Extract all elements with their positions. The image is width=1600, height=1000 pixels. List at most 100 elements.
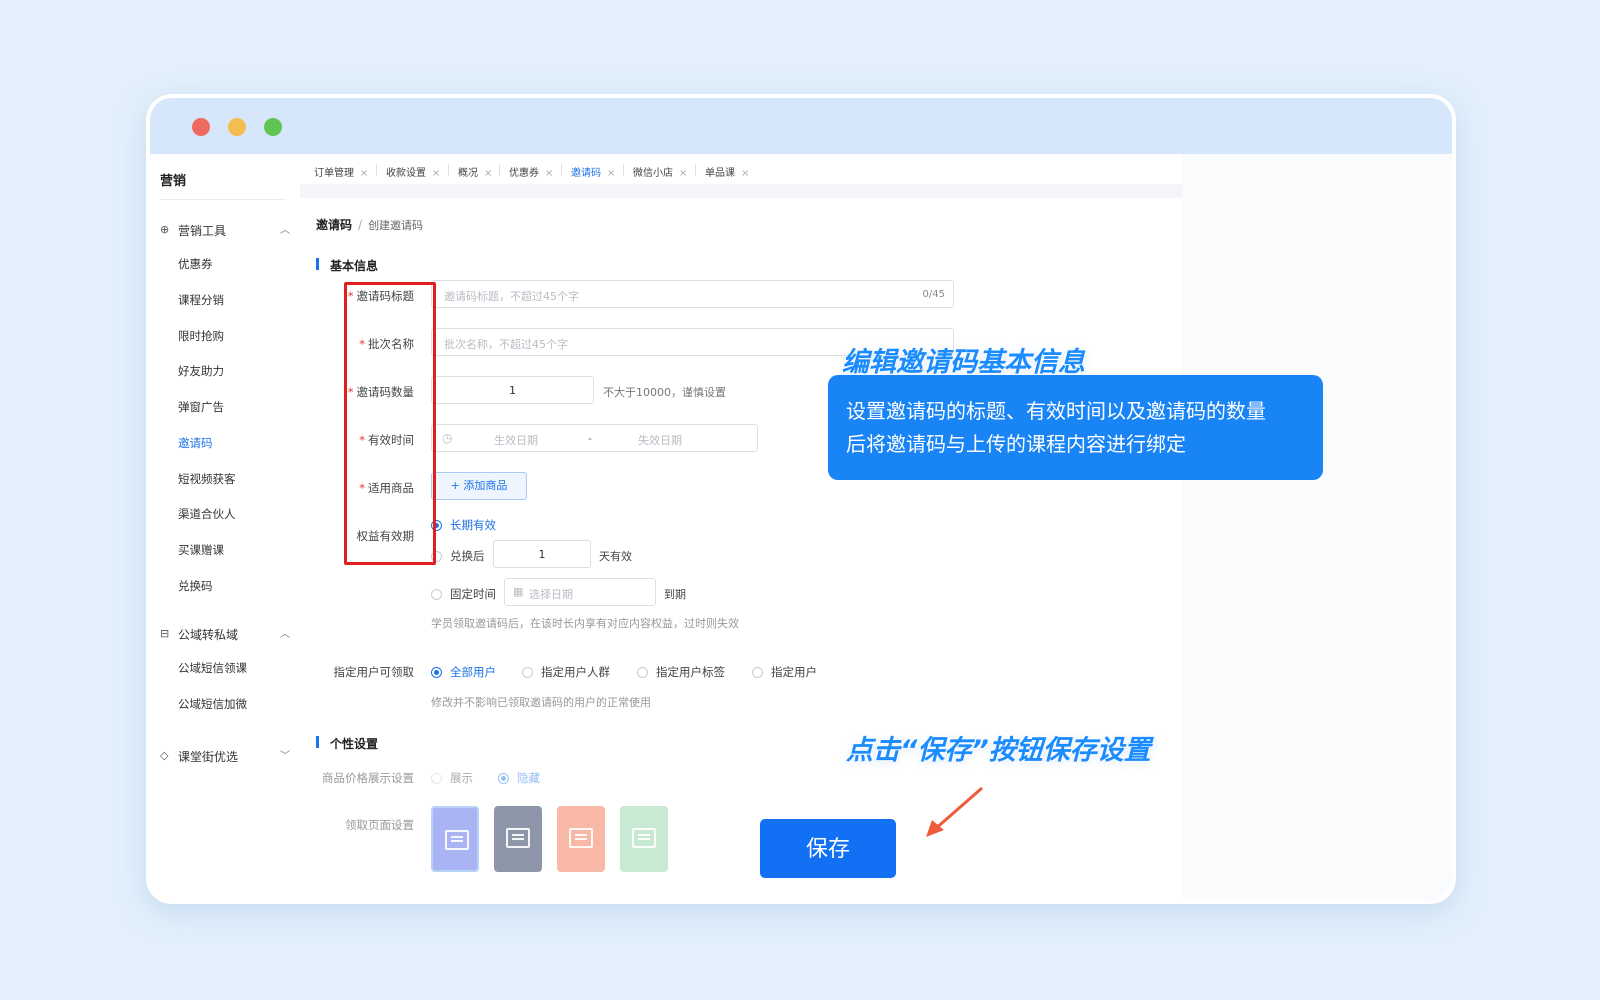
tab-payment[interactable]: 收款设置 × [386, 164, 440, 179]
invite-title-input[interactable]: 邀请码标题，不超过45个字 0/45 [431, 280, 954, 308]
sidebar-item-distribution[interactable]: 课程分销 [178, 292, 224, 308]
breadcrumb-separator: / [358, 218, 363, 232]
close-icon[interactable]: × [432, 168, 440, 179]
close-window-button[interactable] [192, 118, 210, 136]
diamond-icon: ◇ [160, 749, 169, 762]
sidebar-item-channel-partner[interactable]: 渠道合伙人 [178, 506, 236, 522]
radio-label: 指定用户人群 [541, 665, 610, 679]
calendar-icon: ▦ [513, 585, 524, 598]
start-date-placeholder: 生效日期 [494, 434, 538, 447]
callout-box: 设置邀请码的标题、有效时间以及邀请码的数量 后将邀请码与上传的课程内容进行绑定 [828, 375, 1323, 480]
radio-label: 指定用户 [771, 665, 817, 679]
tab-wechat-shop[interactable]: 微信小店 × [633, 164, 687, 179]
end-date-placeholder: 失效日期 [638, 434, 682, 447]
radio-circle [431, 667, 442, 678]
theme-thumb-blue[interactable] [431, 806, 479, 872]
transfer-icon: ⊟ [160, 627, 170, 640]
sidebar-item-sms-course[interactable]: 公域短信领课 [178, 660, 247, 676]
days-input[interactable]: 1 [493, 540, 591, 568]
breadcrumb-parent[interactable]: 邀请码 [316, 218, 352, 232]
title-bar [150, 98, 1452, 154]
tab-label: 微信小店 [633, 168, 673, 179]
quantity-value: 1 [509, 384, 516, 397]
radio-fixed-time[interactable]: 固定时间 [431, 586, 496, 602]
save-button[interactable]: 保存 [760, 819, 896, 878]
radio-show-price[interactable]: 展示 [431, 770, 473, 786]
close-icon[interactable]: × [360, 168, 368, 179]
sidebar-group-selection[interactable]: ◇ 课堂街优选 ﹀ [160, 746, 290, 766]
tab-orders[interactable]: 订单管理 × [314, 164, 368, 179]
radio-after-redeem[interactable]: 兑换后 [431, 548, 485, 564]
sidebar: 营销 ⊕ 营销工具 ︿ 优惠券 课程分销 限时抢购 好友助力 弹窗广告 邀请码 … [150, 154, 300, 900]
main-area: 订单管理 × 收款设置 × 概况 × 优惠券 × 邀请码 × 微信小店 × 单品课 × 邀请码… [300, 154, 1452, 900]
tab-single-course[interactable]: 单品课 × [705, 164, 749, 179]
tab-divider [448, 164, 449, 176]
tab-coupon[interactable]: 优惠券 × [509, 164, 553, 179]
radio-label: 指定用户标签 [656, 665, 725, 679]
fixed-date-picker[interactable]: ▦ 选择日期 [504, 578, 656, 606]
tab-overview[interactable]: 概况 × [458, 164, 492, 179]
app-window: 营销 ⊕ 营销工具 ︿ 优惠券 课程分销 限时抢购 好友助力 弹窗广告 邀请码 … [146, 94, 1456, 904]
radio-hide-price[interactable]: 隐藏 [498, 770, 540, 786]
validity-hint: 学员领取邀请码后，在该时长内享有对应内容权益，过时则失效 [431, 617, 739, 630]
expire-suffix: 到期 [664, 588, 686, 601]
sidebar-item-short-video[interactable]: 短视频获客 [178, 471, 236, 487]
envelope-icon [445, 830, 469, 850]
arrow-icon [926, 786, 983, 837]
theme-thumb-green[interactable] [620, 806, 668, 872]
radio-circle [431, 589, 442, 600]
char-counter: 0/45 [922, 289, 945, 300]
section-custom-settings: 个性设置 [316, 735, 378, 752]
radio-user-tag[interactable]: 指定用户标签 [637, 664, 725, 680]
callout-line-2: 后将邀请码与上传的课程内容进行绑定 [846, 432, 1186, 456]
group-label: 课堂街优选 [178, 750, 239, 764]
close-icon[interactable]: × [679, 168, 687, 179]
tab-divider [499, 164, 500, 176]
chevron-up-icon: ︿ [280, 225, 290, 236]
tab-label: 邀请码 [571, 168, 601, 179]
sidebar-divider [160, 199, 286, 200]
sidebar-item-buy-gift[interactable]: 买课赠课 [178, 542, 224, 558]
minimize-window-button[interactable] [228, 118, 246, 136]
page-theme-list [431, 806, 681, 876]
days-value: 1 [538, 548, 546, 561]
radio-user-group[interactable]: 指定用户人群 [522, 664, 610, 680]
sidebar-group-private-domain[interactable]: ⊟ 公域转私域 ︿ [160, 624, 290, 644]
required-fields-highlight [344, 282, 436, 565]
envelope-icon [506, 828, 530, 848]
radio-label: 隐藏 [517, 771, 540, 785]
theme-thumb-orange[interactable] [557, 806, 605, 872]
envelope-icon [569, 828, 593, 848]
sidebar-item-flash-sale[interactable]: 限时抢购 [178, 328, 224, 344]
radio-all-users[interactable]: 全部用户 [431, 664, 496, 680]
sidebar-item-invite-code[interactable]: 邀请码 [178, 435, 213, 451]
radio-specific-user[interactable]: 指定用户 [752, 664, 817, 680]
sidebar-item-coupon[interactable]: 优惠券 [178, 256, 213, 272]
days-unit: 天有效 [599, 550, 632, 563]
radio-long-term[interactable]: 长期有效 [431, 517, 496, 533]
sidebar-item-sms-wechat[interactable]: 公域短信加微 [178, 696, 247, 712]
tab-invite-code[interactable]: 邀请码 × [571, 164, 615, 179]
theme-thumb-gray[interactable] [494, 806, 542, 872]
quantity-input[interactable]: 1 [431, 376, 594, 404]
tab-label: 优惠券 [509, 168, 539, 179]
clock-icon: ◷ [442, 431, 453, 445]
maximize-window-button[interactable] [264, 118, 282, 136]
tab-divider [561, 164, 562, 176]
tab-label: 单品课 [705, 168, 735, 179]
save-tip: 点击“保存”按钮保存设置 [846, 735, 1151, 766]
add-goods-button[interactable]: + 添加商品 [431, 472, 527, 500]
label-specified-users: 指定用户可领取 [333, 665, 415, 679]
radio-circle [522, 667, 533, 678]
chevron-up-icon: ︿ [280, 629, 290, 640]
close-icon[interactable]: × [545, 168, 553, 179]
close-icon[interactable]: × [607, 168, 615, 179]
sidebar-group-marketing-tools[interactable]: ⊕ 营销工具 ︿ [160, 220, 290, 240]
close-icon[interactable]: × [741, 168, 749, 179]
sidebar-item-redeem-code[interactable]: 兑换码 [178, 578, 213, 594]
close-icon[interactable]: × [484, 168, 492, 179]
group-label: 营销工具 [178, 224, 227, 238]
date-range-picker[interactable]: ◷ 生效日期 - 失效日期 [431, 424, 758, 452]
sidebar-item-friend-help[interactable]: 好友助力 [178, 363, 224, 379]
sidebar-item-popup-ad[interactable]: 弹窗广告 [178, 399, 224, 415]
